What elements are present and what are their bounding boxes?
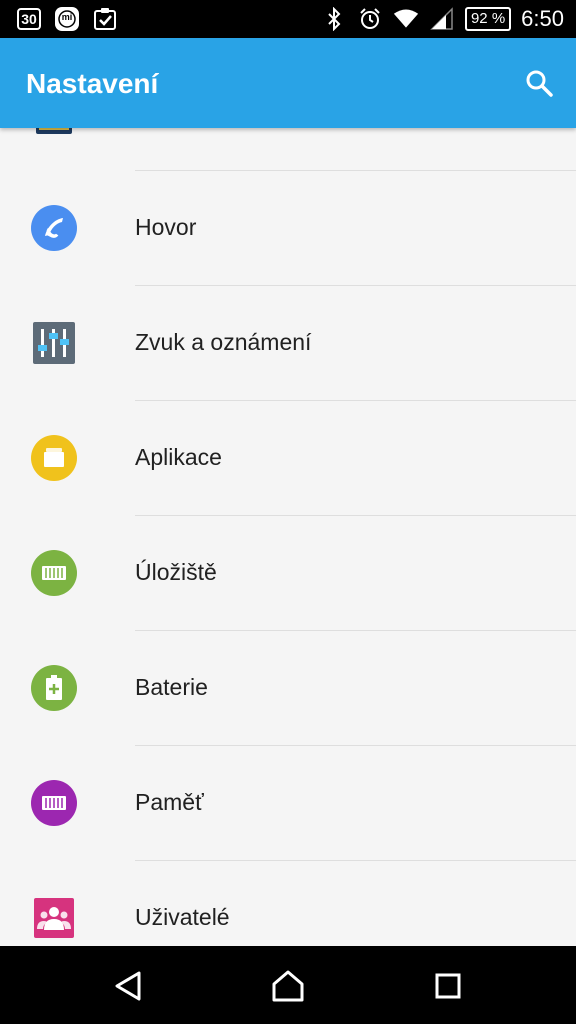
setting-item-call[interactable]: Hovor xyxy=(0,171,576,286)
setting-item-storage[interactable]: Úložiště xyxy=(0,516,576,631)
app-bar: Nastavení xyxy=(0,38,576,128)
setting-item-sound[interactable]: Zvuk a oznámení xyxy=(0,286,576,401)
sound-sliders-icon xyxy=(31,320,77,366)
calendar-icon: 30 xyxy=(16,6,42,32)
storage-icon xyxy=(31,550,77,596)
settings-list: Hovor Zvuk a oznámení Aplikace Úložiště … xyxy=(0,128,576,946)
phone-icon xyxy=(31,205,77,251)
mi-icon: mi xyxy=(54,6,80,32)
home-icon xyxy=(272,970,304,1002)
clock: 6:50 xyxy=(521,6,564,31)
navigation-bar xyxy=(0,946,576,1024)
mi-label: mi xyxy=(61,12,73,22)
calendar-day: 30 xyxy=(21,11,37,27)
recents-button[interactable] xyxy=(428,966,468,1006)
search-icon xyxy=(526,70,553,97)
setting-label-apps: Aplikace xyxy=(135,444,222,470)
setting-label-call: Hovor xyxy=(135,214,197,240)
apps-icon xyxy=(31,435,77,481)
setting-item-users[interactable]: Uživatelé xyxy=(0,861,576,946)
setting-item-apps[interactable]: Aplikace xyxy=(0,401,576,516)
battery-level: 92 % xyxy=(470,10,506,27)
clipboard-check-icon xyxy=(92,6,118,32)
status-bar: 30 mi 92 % 6:50 xyxy=(0,0,576,38)
back-button[interactable] xyxy=(108,966,148,1006)
home-button[interactable] xyxy=(268,966,308,1006)
memory-icon xyxy=(31,780,77,826)
setting-label-storage: Úložiště xyxy=(135,559,217,585)
search-button[interactable] xyxy=(522,66,556,100)
setting-label-memory: Paměť xyxy=(135,789,204,815)
battery-icon xyxy=(31,665,77,711)
setting-label-sound: Zvuk a oznámení xyxy=(135,329,312,355)
setting-item-memory[interactable]: Paměť xyxy=(0,746,576,861)
recents-icon xyxy=(435,973,461,999)
page-title: Nastavení xyxy=(26,68,159,99)
setting-label-battery: Baterie xyxy=(135,674,208,700)
back-icon xyxy=(115,971,141,1001)
display-icon xyxy=(36,128,72,134)
users-icon xyxy=(31,895,77,941)
list-item-partial[interactable] xyxy=(0,128,576,170)
setting-label-users: Uživatelé xyxy=(135,904,230,930)
bluetooth-icon xyxy=(321,6,347,32)
wifi-icon xyxy=(393,6,419,32)
setting-item-battery[interactable]: Baterie xyxy=(0,631,576,746)
signal-icon xyxy=(429,6,455,32)
alarm-icon xyxy=(357,6,383,32)
battery-indicator: 92 % xyxy=(464,7,512,31)
